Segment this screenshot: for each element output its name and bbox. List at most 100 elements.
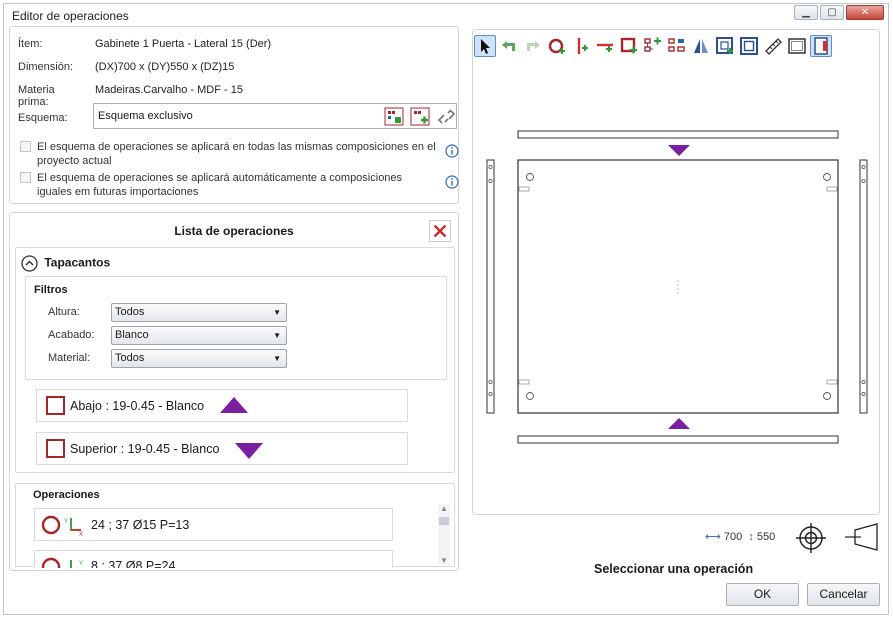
edges-section-title: Tapacantos [44, 255, 111, 270]
window-title: Editor de operaciones [12, 9, 129, 23]
filter-height-value: Todos [115, 306, 145, 318]
edge-down-marker [668, 145, 690, 156]
schema-edit-icon[interactable] [384, 107, 404, 126]
redo-button[interactable] [522, 35, 544, 57]
filter-material-select[interactable]: Todos ▼ [111, 349, 287, 368]
filter-material-label: Material: [48, 352, 91, 364]
svg-text:X: X [79, 532, 83, 537]
item-label: Ítem: [18, 38, 43, 50]
item-info-panel: Ítem: Gabinete 1 Puerta - Lateral 15 (De… [9, 26, 459, 204]
ok-button[interactable]: OK [726, 583, 799, 606]
filter-finish-select[interactable]: Blanco ▼ [111, 326, 287, 345]
horizontal-groove-icon [597, 43, 613, 52]
operations-section-title: Operaciones [33, 489, 100, 501]
list-title: Lista de operaciones [174, 224, 294, 238]
measure-button[interactable] [762, 35, 784, 57]
operation-item[interactable]: Y 8 ; 37 Ø8 P=24 [34, 550, 393, 568]
add-schema-button[interactable] [642, 35, 664, 57]
frame-add-icon [716, 37, 733, 54]
operations-section: Operaciones Y X 24 ; 37 Ø15 P=13 Y 8 ; 3… [15, 483, 455, 568]
filter-height-label: Altura: [48, 306, 80, 318]
filter-material-value: Todos [115, 352, 145, 364]
cancel-button[interactable]: Cancelar [807, 583, 880, 606]
operations-scrollbar[interactable]: ▲ ▼ [438, 504, 450, 565]
scroll-thumb[interactable] [439, 517, 449, 525]
close-button[interactable]: ✕ [846, 5, 884, 20]
filter-height-select[interactable]: Todos ▼ [111, 303, 287, 322]
edges-section: Tapacantos Filtros Altura: Todos ▼ Acaba… [15, 247, 455, 473]
crosshair-icon[interactable] [795, 522, 827, 554]
outline-button[interactable] [786, 35, 808, 57]
top-edge-strip[interactable] [517, 130, 839, 139]
mirror-icon [694, 39, 708, 53]
info-icon[interactable] [445, 175, 459, 189]
undo-button[interactable] [498, 35, 520, 57]
apply-project-option[interactable]: El esquema de operaciones se aplicará en… [20, 140, 459, 170]
cursor-arrow-icon [481, 39, 490, 54]
edge-square-icon [46, 396, 65, 415]
dimension-label: Dimensión: [18, 61, 74, 73]
apply-future-checkbox[interactable] [20, 172, 31, 183]
pocket-icon [620, 37, 637, 54]
edit-schema-button[interactable] [666, 35, 688, 57]
collapse-icon[interactable] [21, 255, 38, 272]
edge-item-text: Abajo : 19-0.45 - Blanco [70, 399, 205, 413]
add-frame-button[interactable] [714, 35, 736, 57]
height-arrow-icon: ↕ [748, 531, 754, 543]
operation-text: 8 ; 37 Ø8 P=24 [91, 559, 176, 568]
ruler-icon [765, 38, 782, 55]
edges-section-header[interactable]: Tapacantos [21, 255, 110, 272]
filter-finish-label: Acabado: [48, 329, 95, 341]
schema-add-icon[interactable] [410, 107, 430, 126]
panel-drawing[interactable] [473, 110, 879, 455]
maximize-button[interactable]: ▢ [820, 5, 844, 20]
schema-field[interactable]: Esquema exclusivo [93, 103, 457, 129]
chevron-down-icon: ▼ [273, 308, 281, 317]
undo-icon [502, 41, 515, 51]
add-vertical-groove-button[interactable] [570, 35, 592, 57]
width-arrow-icon: ⟷ [705, 531, 721, 543]
apply-future-text: El esquema de operaciones se aplicará au… [37, 172, 403, 198]
main-panel-outline[interactable] [517, 159, 839, 414]
redo-icon [527, 41, 540, 51]
right-side-strip[interactable] [859, 159, 868, 414]
apply-future-option[interactable]: El esquema de operaciones se aplicará au… [20, 171, 459, 201]
edge-view-button[interactable] [810, 35, 832, 57]
delete-icon[interactable] [429, 220, 451, 242]
scroll-down-icon[interactable]: ▼ [440, 556, 448, 565]
frame-icon [740, 37, 758, 55]
schema-value: Esquema exclusivo [98, 110, 193, 122]
schema-edit-icon [668, 38, 685, 52]
add-drill-button[interactable] [546, 35, 568, 57]
material-value: Madeiras.Carvalho - MDF - 15 [95, 84, 243, 96]
vertical-groove-icon [577, 38, 588, 54]
unlink-icon[interactable] [436, 107, 456, 126]
apply-project-text: El esquema de operaciones se aplicará en… [37, 141, 436, 167]
filters-box: Filtros Altura: Todos ▼ Acabado: Blanco … [25, 276, 447, 380]
select-tool-button[interactable] [474, 35, 496, 57]
minimize-button[interactable]: ▁ [794, 5, 818, 20]
schema-grid-icon [644, 37, 661, 52]
edge-item-top[interactable]: Superior : 19-0.45 - Blanco [36, 432, 408, 465]
chevron-down-icon: ▼ [273, 354, 281, 363]
left-side-strip[interactable] [486, 159, 495, 414]
edge-item-text: Superior : 19-0.45 - Blanco [70, 442, 220, 456]
operations-list-panel: Lista de operaciones Tapacantos Filtros … [9, 212, 459, 571]
mirror-button[interactable] [690, 35, 712, 57]
operation-item[interactable]: Y X 24 ; 37 Ø15 P=13 [34, 508, 393, 541]
perspective-view-icon[interactable] [843, 522, 881, 552]
frame-button[interactable] [738, 35, 760, 57]
arrow-up-icon [220, 397, 248, 413]
bottom-edge-strip[interactable] [517, 435, 839, 444]
scroll-up-icon[interactable]: ▲ [440, 504, 448, 513]
add-drill-icon [548, 38, 565, 54]
apply-project-checkbox[interactable] [20, 141, 31, 152]
drill-operation-icon: Y [41, 557, 83, 568]
title-bar: Editor de operaciones ▁ ▢ ✕ [4, 4, 888, 26]
edge-up-marker [668, 418, 690, 429]
status-message: Seleccionar una operación [594, 562, 754, 576]
add-pocket-button[interactable] [618, 35, 640, 57]
edge-item-bottom[interactable]: Abajo : 19-0.45 - Blanco [36, 389, 408, 422]
add-horizontal-groove-button[interactable] [594, 35, 616, 57]
info-icon[interactable] [445, 144, 459, 158]
